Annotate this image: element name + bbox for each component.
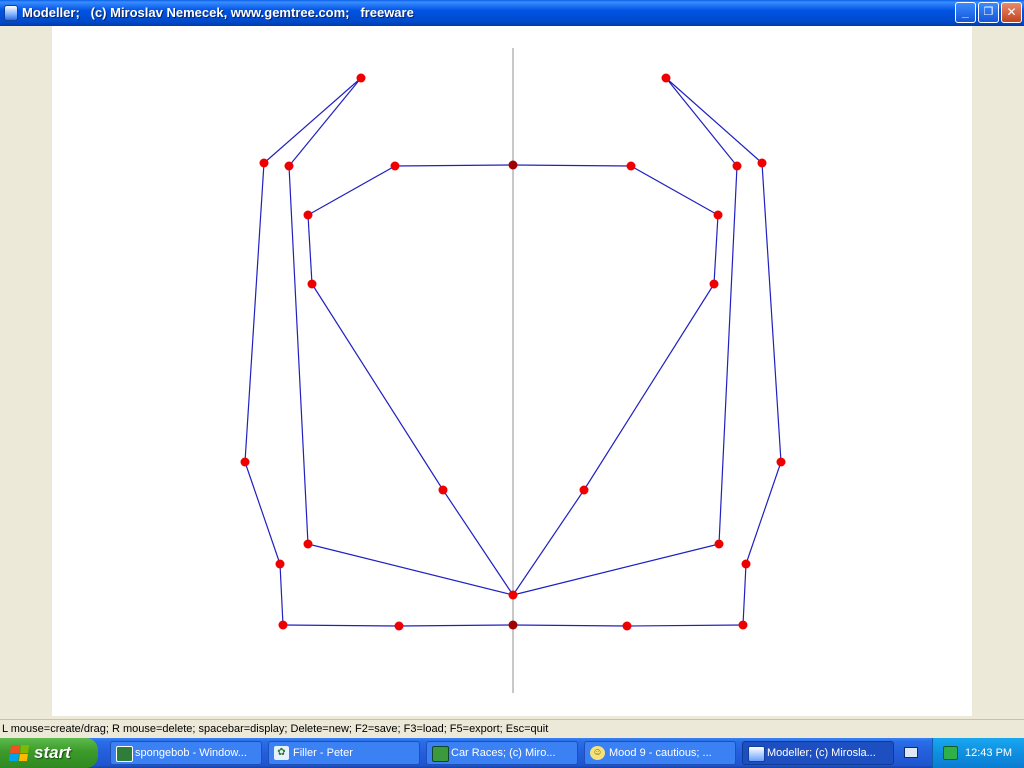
modeller-app-icon[interactable] (4, 5, 18, 21)
model-edge (394, 164, 514, 167)
model-edge (311, 283, 444, 491)
task-label: Modeller; (c) Mirosla... (767, 747, 876, 759)
model-edge (288, 165, 309, 545)
task-button-filler[interactable]: ✿ Filler - Peter (268, 741, 420, 765)
start-button[interactable]: start (0, 738, 98, 768)
model-edge (713, 214, 719, 285)
control-point[interactable] (278, 620, 288, 630)
control-point[interactable] (259, 158, 269, 168)
system-tray: 12:43 PM (932, 738, 1024, 768)
model-edge (263, 77, 362, 164)
model-edge (244, 162, 265, 463)
model-edge (665, 77, 763, 164)
control-point[interactable] (732, 161, 742, 171)
clock[interactable]: 12:43 PM (965, 738, 1012, 768)
keyboard-icon[interactable] (904, 747, 918, 758)
control-point[interactable] (390, 161, 400, 171)
task-button-modeller[interactable]: Modeller; (c) Mirosla... (742, 741, 894, 765)
status-bar: L mouse=create/drag; R mouse=delete; spa… (0, 719, 1024, 738)
task-label: Filler - Peter (293, 747, 353, 759)
task-label: Car Races; (c) Miro... (451, 747, 556, 759)
model-edge (282, 624, 400, 627)
task-button-spongebob[interactable]: spongebob - Window... (110, 741, 262, 765)
model-edge (626, 624, 744, 627)
network-icon[interactable] (943, 746, 958, 760)
control-point[interactable] (356, 73, 366, 83)
model-drawing[interactable] (52, 26, 972, 716)
control-point[interactable] (394, 621, 404, 631)
start-label: start (34, 743, 71, 762)
model-edge (665, 77, 738, 167)
control-point[interactable] (776, 457, 786, 467)
model-edge (630, 165, 719, 216)
window-title: Modeller; (c) Miroslav Nemecek, www.gemt… (22, 5, 414, 20)
model-edge (512, 624, 628, 627)
model-edge (718, 165, 738, 545)
control-point[interactable] (307, 279, 317, 289)
control-point[interactable] (579, 485, 589, 495)
task-label: spongebob - Window... (135, 747, 247, 759)
task-button-car-races[interactable]: Car Races; (c) Miro... (426, 741, 578, 765)
control-point[interactable] (626, 161, 636, 171)
model-edge (761, 162, 782, 463)
model-edge (583, 283, 715, 491)
model-edge (742, 563, 747, 626)
control-point[interactable] (508, 160, 518, 170)
model-edge (307, 165, 396, 216)
control-point[interactable] (713, 210, 723, 220)
control-point[interactable] (284, 161, 294, 171)
maximize-button[interactable]: ❐ (978, 2, 999, 23)
drawing-canvas[interactable] (52, 26, 972, 716)
control-point[interactable] (508, 590, 518, 600)
model-edge (512, 489, 585, 596)
control-point[interactable] (709, 279, 719, 289)
picture-viewer-icon (116, 746, 133, 762)
model-edge (244, 461, 281, 565)
control-point[interactable] (622, 621, 632, 631)
control-point[interactable] (240, 457, 250, 467)
windows-logo-icon (8, 745, 30, 761)
model-edge (307, 543, 514, 596)
model-edge (288, 77, 362, 167)
taskbar: start spongebob - Window... ✿ Filler - P… (0, 738, 1024, 768)
model-edge (279, 563, 284, 626)
model-edge (442, 489, 514, 596)
model-edge (512, 164, 632, 167)
control-point[interactable] (741, 559, 751, 569)
close-button[interactable]: ✕ (1001, 2, 1022, 23)
model-edge (398, 624, 514, 627)
control-point[interactable] (438, 485, 448, 495)
model-edge (512, 543, 720, 596)
model-edge (745, 461, 782, 565)
control-point[interactable] (661, 73, 671, 83)
smiley-icon: ☺ (590, 746, 605, 760)
control-point[interactable] (275, 559, 285, 569)
minimize-button[interactable]: _ (955, 2, 976, 23)
car-races-icon (432, 746, 449, 762)
model-edge (307, 214, 313, 285)
control-point[interactable] (508, 620, 518, 630)
modeller-icon (748, 746, 765, 762)
filler-app-icon: ✿ (274, 746, 289, 760)
title-bar[interactable]: Modeller; (c) Miroslav Nemecek, www.gemt… (0, 0, 1024, 26)
control-point[interactable] (714, 539, 724, 549)
task-button-mood[interactable]: ☺ Mood 9 - cautious; ... (584, 741, 736, 765)
control-point[interactable] (303, 539, 313, 549)
task-label: Mood 9 - cautious; ... (609, 747, 712, 759)
client-area (0, 26, 1024, 719)
control-point[interactable] (738, 620, 748, 630)
control-point[interactable] (303, 210, 313, 220)
control-point[interactable] (757, 158, 767, 168)
